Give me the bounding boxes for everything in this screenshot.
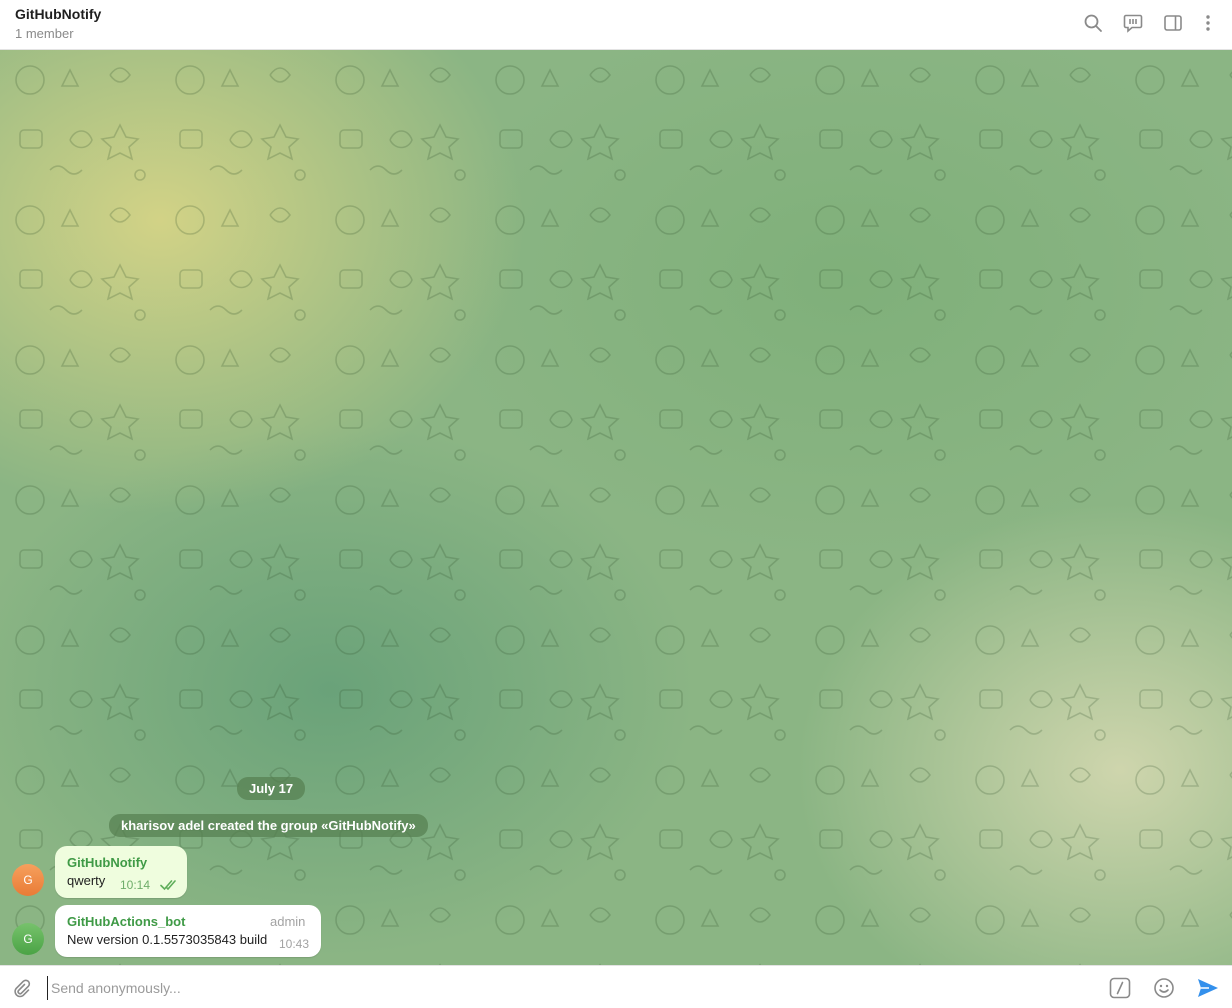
chat-title[interactable]: GitHubNotify — [15, 6, 101, 22]
message-sender[interactable]: GitHubActions_bot — [67, 914, 185, 929]
bot-commands-icon[interactable] — [1108, 976, 1132, 1000]
message-text: qwerty — [67, 873, 106, 888]
message-sender[interactable]: GitHubNotify — [67, 855, 147, 870]
message-list[interactable]: July 17 kharisov adel created the group … — [0, 50, 1232, 965]
message-time: 10:14 — [120, 878, 151, 892]
read-checkmarks-icon — [160, 880, 176, 891]
avatar[interactable]: G — [12, 923, 44, 955]
member-count[interactable]: 1 member — [15, 26, 74, 41]
chat-header: GitHubNotify 1 member — [0, 0, 1232, 50]
telegram-chat-window: GitHubNotify 1 member July 17 kharisov a… — [0, 0, 1232, 1008]
send-icon[interactable] — [1196, 976, 1220, 1000]
search-icon[interactable] — [1081, 11, 1105, 35]
admin-badge: admin — [270, 914, 306, 929]
message-composer — [0, 965, 1232, 1008]
avatar[interactable]: G — [12, 864, 44, 896]
emoji-icon[interactable] — [1152, 976, 1176, 1000]
date-separator: July 17 — [237, 777, 306, 800]
more-vertical-icon[interactable] — [1196, 11, 1220, 35]
message-time: 10:43 — [279, 937, 310, 951]
message-bubble[interactable]: GitHubNotify qwerty 10:14 — [55, 846, 187, 898]
attach-icon[interactable] — [9, 976, 33, 1000]
sidebar-toggle-icon[interactable] — [1161, 11, 1185, 35]
discussion-icon[interactable] — [1121, 11, 1145, 35]
message-input[interactable] — [47, 976, 1103, 1000]
service-message: kharisov adel created the group «GitHubN… — [109, 814, 428, 837]
message-bubble[interactable]: GitHubActions_bot admin New version 0.1.… — [55, 905, 321, 957]
message-text: New version 0.1.5573035843 build — [67, 932, 268, 947]
